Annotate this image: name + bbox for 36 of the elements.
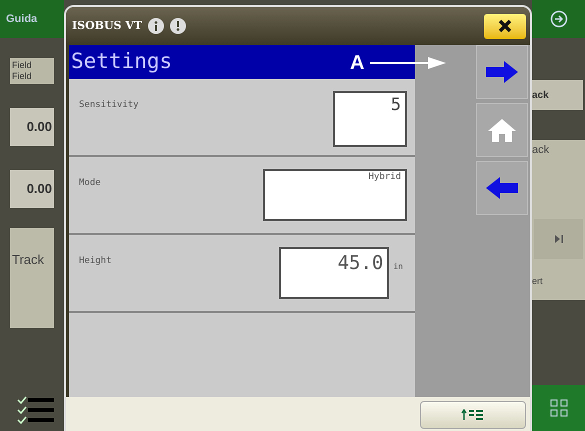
info-icon[interactable] [170,18,186,34]
softkey-button[interactable] [476,161,528,215]
softkey-toggle-button[interactable] [420,401,526,429]
close-icon [498,19,512,33]
track-label: Track [12,252,44,267]
softkey-button[interactable] [476,45,528,99]
close-button[interactable] [484,14,526,38]
app-title: Guida [6,12,38,27]
setting-label: Sensitivity [79,99,139,112]
value-text: 0.00 [26,180,52,198]
dropdown-field[interactable]: Hybrid [263,169,407,221]
right-arrow-icon [486,61,518,83]
button-text: ack [532,88,549,102]
menu-button[interactable] [532,385,585,431]
field-label: Field [12,60,33,71]
value-text: 0.00 [26,118,52,136]
checklist-icon [16,395,56,425]
setting-label: Mode [79,177,101,190]
dialog-title: ISOBUS VT [72,18,142,34]
list-icon [461,409,485,421]
side-label: ack [532,143,550,158]
setting-label: Height [79,255,112,268]
grid-icon [550,399,568,417]
info-icon[interactable] [148,18,164,34]
field-label: Field [12,71,33,82]
unit-label: in [393,261,403,273]
header-title: Settings [71,48,172,76]
home-icon [487,117,517,143]
callout-letter: A [350,51,364,76]
number-field[interactable]: 45.0 [279,247,390,299]
side-button[interactable]: ack [532,80,583,110]
arrow-circle-icon[interactable] [550,10,568,28]
skip-end-icon [554,234,564,244]
left-arrow-icon [486,177,518,199]
number-field[interactable]: 5 [333,91,407,147]
side-label: ert [532,274,544,288]
